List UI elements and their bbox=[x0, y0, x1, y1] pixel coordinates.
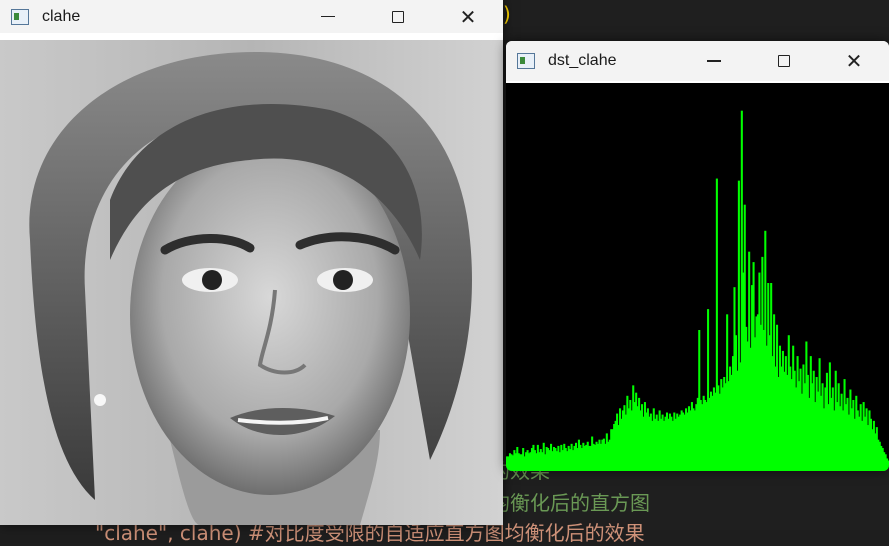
minimize-button[interactable] bbox=[679, 41, 749, 81]
dst-clahe-titlebar[interactable]: dst_clahe ✕ bbox=[506, 41, 889, 81]
window-title: dst_clahe bbox=[548, 52, 617, 69]
portrait-photo bbox=[0, 40, 503, 525]
minimize-button[interactable] bbox=[293, 0, 363, 33]
clahe-window[interactable]: clahe ✕ bbox=[0, 0, 503, 525]
maximize-button[interactable] bbox=[363, 0, 433, 33]
clahe-titlebar[interactable]: clahe ✕ bbox=[0, 0, 503, 33]
minimize-icon bbox=[321, 15, 335, 18]
opencv-window-icon bbox=[11, 8, 29, 25]
close-button[interactable]: ✕ bbox=[433, 0, 503, 33]
close-icon: ✕ bbox=[845, 49, 863, 73]
window-title: clahe bbox=[42, 7, 81, 25]
code-brace: ) bbox=[503, 2, 511, 26]
histogram-chart bbox=[506, 110, 889, 471]
histogram-canvas bbox=[506, 83, 889, 471]
maximize-icon bbox=[778, 55, 790, 67]
maximize-icon bbox=[392, 10, 404, 23]
close-icon: ✕ bbox=[459, 4, 477, 29]
grayscale-portrait-image bbox=[0, 40, 503, 525]
opencv-window-icon bbox=[517, 53, 535, 69]
maximize-button[interactable] bbox=[749, 41, 819, 81]
minimize-icon bbox=[707, 60, 721, 62]
close-button[interactable]: ✕ bbox=[819, 41, 889, 81]
code-comment-line: 均衡化后的直方图 bbox=[490, 491, 650, 515]
dst-clahe-window[interactable]: dst_clahe ✕ bbox=[506, 41, 889, 471]
